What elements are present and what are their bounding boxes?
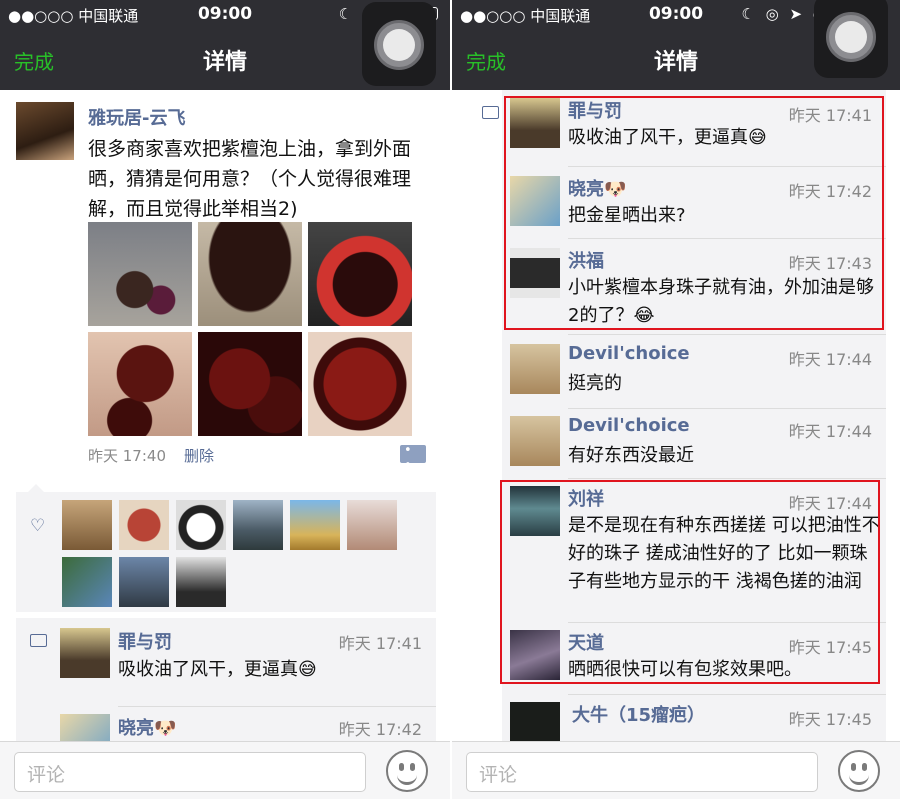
comment-icon bbox=[482, 106, 499, 119]
comment-item[interactable]: 罪与罚 昨天 17:41 吸收油了风干，更逼真😅 bbox=[16, 618, 436, 696]
highlight-box bbox=[504, 96, 884, 330]
liker-avatar[interactable] bbox=[119, 557, 169, 607]
emoji-icon[interactable] bbox=[838, 750, 880, 792]
commenter-name[interactable]: 晓亮🐶 bbox=[118, 714, 176, 740]
comment-text: 挺亮的 bbox=[568, 373, 622, 394]
commenter-name[interactable]: 罪与罚 bbox=[118, 628, 172, 654]
commenter-name[interactable]: 大牛（15瘤疤） bbox=[572, 701, 705, 727]
comment-action-icon[interactable] bbox=[400, 443, 426, 473]
assistive-touch-button[interactable] bbox=[814, 0, 888, 78]
highlight-box bbox=[500, 480, 880, 684]
comment-time: 昨天 17:41 bbox=[338, 634, 422, 653]
assistive-touch-button[interactable] bbox=[362, 2, 436, 86]
right-screen: ●●○○○ 中国联通 09:00 ☾ ◎ ➤ ◷ ✱ 完成 详情 罪与罚 昨天 … bbox=[452, 0, 900, 799]
comment-time: 昨天 17:44 bbox=[788, 350, 872, 369]
comment-input-bar: 评论 bbox=[0, 741, 450, 799]
comment-item[interactable]: 晓亮🐶 昨天 17:42 bbox=[16, 706, 436, 741]
divider bbox=[568, 408, 886, 409]
liker-avatar[interactable] bbox=[176, 500, 226, 550]
commenter-avatar[interactable] bbox=[60, 714, 110, 741]
commenter-name[interactable]: Devil'choice bbox=[568, 343, 690, 364]
navigation-bar: ●●○○○ 中国联通 09:00 ☾ ◎ ➤ 完成 详情 bbox=[0, 0, 450, 90]
comment-input[interactable]: 评论 bbox=[14, 752, 366, 792]
commenter-name[interactable]: Devil'choice bbox=[568, 415, 690, 436]
comments-list: 罪与罚 昨天 17:41 吸收油了风干，更逼真😅 晓亮🐶 昨天 17:42 把金… bbox=[452, 90, 900, 741]
likes-section: ♡ bbox=[16, 484, 436, 612]
liker-avatar[interactable] bbox=[62, 557, 112, 607]
liker-avatar[interactable] bbox=[176, 557, 226, 607]
comment-time: 昨天 17:42 bbox=[338, 720, 422, 739]
photo-thumbnail[interactable] bbox=[88, 332, 192, 436]
emoji-icon[interactable] bbox=[386, 750, 428, 792]
commenter-avatar[interactable] bbox=[510, 416, 560, 466]
commenter-avatar[interactable] bbox=[60, 628, 110, 678]
comment-time: 昨天 17:45 bbox=[788, 710, 872, 729]
navigation-bar: ●●○○○ 中国联通 09:00 ☾ ◎ ➤ ◷ ✱ 完成 详情 bbox=[452, 0, 900, 90]
author-avatar[interactable] bbox=[16, 102, 74, 160]
photo-thumbnail[interactable] bbox=[198, 222, 302, 326]
author-name[interactable]: 雅玩居-云飞 bbox=[88, 104, 185, 130]
delete-button[interactable]: 删除 bbox=[184, 445, 214, 466]
divider bbox=[568, 478, 886, 479]
liker-avatar[interactable] bbox=[290, 500, 340, 550]
liker-avatar[interactable] bbox=[62, 500, 112, 550]
left-screen: ●●○○○ 中国联通 09:00 ☾ ◎ ➤ 完成 详情 雅玩居-云飞 很多商家… bbox=[0, 0, 450, 799]
comment-text: 吸收油了风干，更逼真😅 bbox=[118, 659, 317, 680]
comments-section: 罪与罚 昨天 17:41 吸收油了风干，更逼真😅 晓亮🐶 昨天 17:42 bbox=[16, 618, 436, 741]
commenter-avatar[interactable] bbox=[510, 702, 560, 741]
comment-input-bar: 评论 bbox=[452, 741, 900, 799]
comment-icon bbox=[30, 634, 47, 647]
photo-thumbnail[interactable] bbox=[88, 222, 192, 326]
comment-time: 昨天 17:44 bbox=[788, 422, 872, 441]
liker-avatar[interactable] bbox=[347, 500, 397, 550]
liker-avatar[interactable] bbox=[233, 500, 283, 550]
comment-text: 有好东西没最近 bbox=[568, 445, 694, 466]
commenter-avatar[interactable] bbox=[510, 344, 560, 394]
post-text: 很多商家喜欢把紫檀泡上油，拿到外面晒，猜猜是何用意？（个人觉得很难理解，而且觉得… bbox=[88, 138, 412, 220]
photo-thumbnail[interactable] bbox=[308, 222, 412, 326]
photo-thumbnail[interactable] bbox=[198, 332, 302, 436]
comment-input[interactable]: 评论 bbox=[466, 752, 818, 792]
liker-avatar[interactable] bbox=[119, 500, 169, 550]
photo-thumbnail[interactable] bbox=[308, 332, 412, 436]
divider bbox=[568, 334, 886, 335]
post-time: 昨天 17:40 bbox=[88, 447, 166, 465]
divider bbox=[568, 694, 886, 695]
heart-icon: ♡ bbox=[30, 516, 46, 536]
moment-detail: 雅玩居-云飞 很多商家喜欢把紫檀泡上油，拿到外面晒，猜猜是何用意？（个人觉得很难… bbox=[0, 90, 450, 741]
